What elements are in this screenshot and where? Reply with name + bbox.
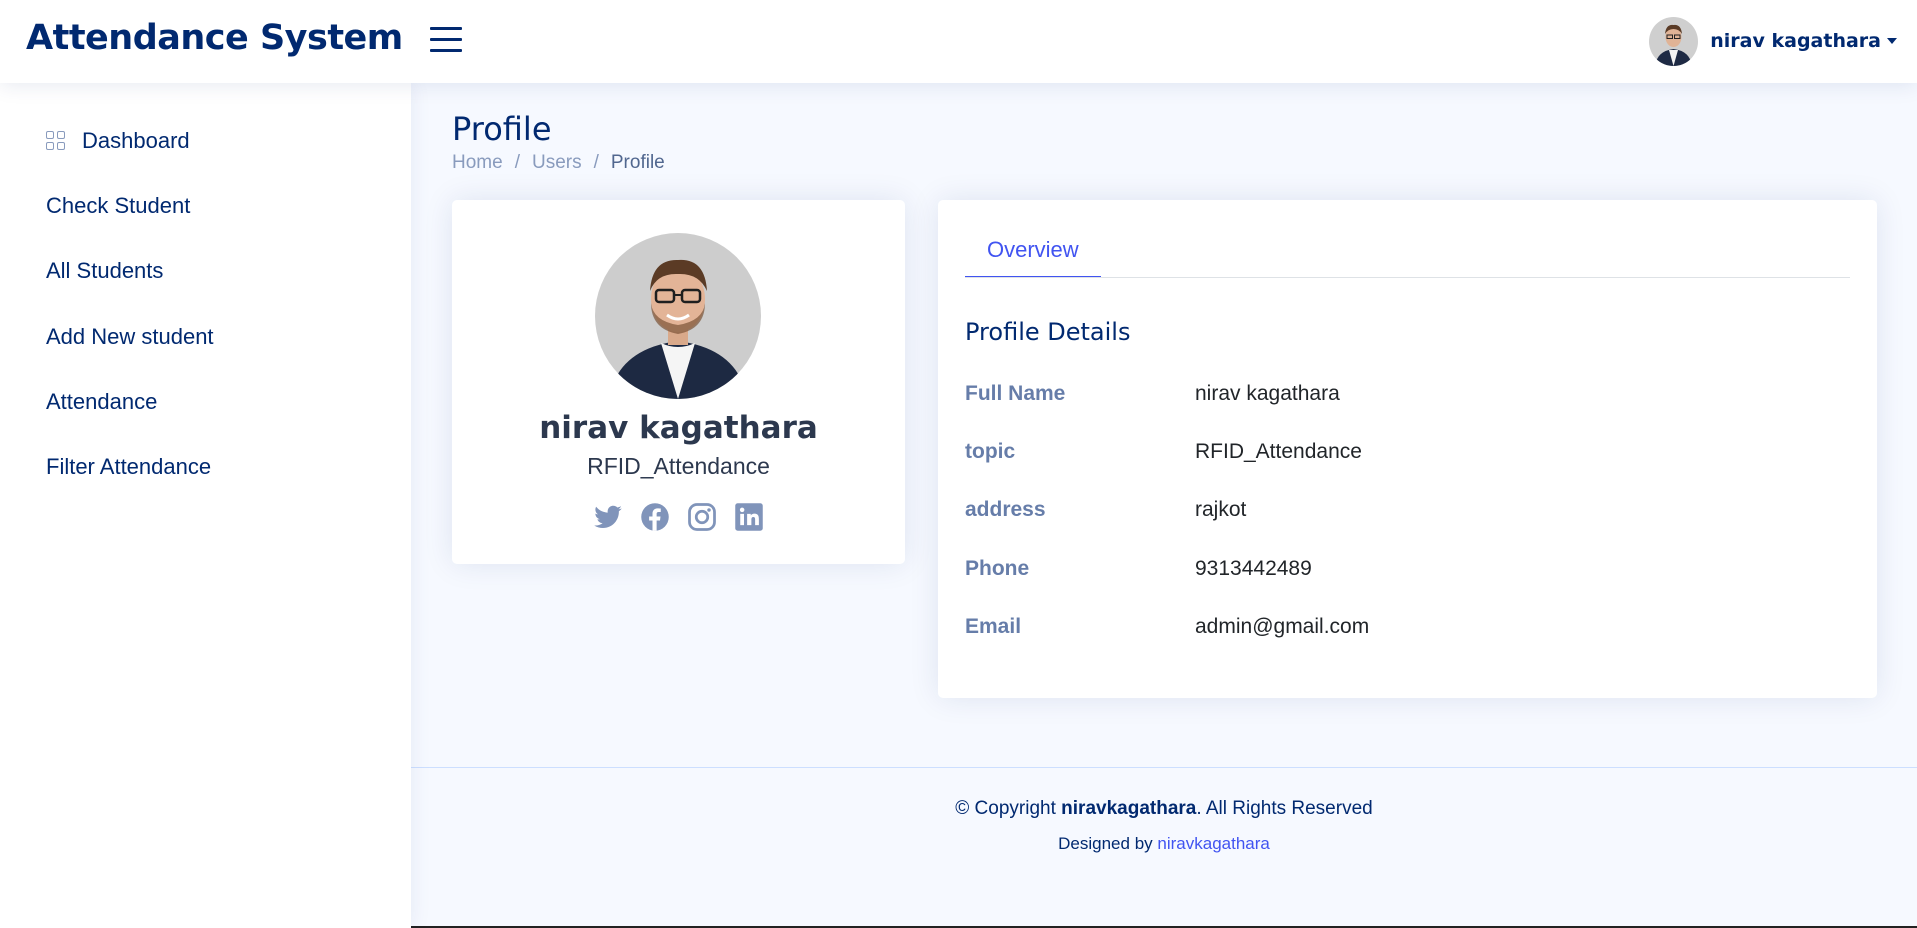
breadcrumb: Home / Users / Profile (452, 152, 665, 174)
designer-link[interactable]: niravkagathara (1157, 834, 1269, 853)
facebook-icon[interactable] (640, 502, 670, 532)
detail-value: rajkot (1195, 498, 1247, 521)
menu-toggle-icon[interactable] (430, 25, 462, 55)
instagram-icon[interactable] (687, 502, 717, 532)
profile-subtitle: RFID_Attendance (587, 453, 770, 479)
user-menu-dropdown[interactable]: nirav kagathara (1649, 16, 1897, 66)
twitter-icon[interactable] (593, 502, 623, 532)
copyright-prefix: © Copyright (955, 798, 1056, 819)
sidebar: Dashboard Check Student All Students Add… (0, 83, 411, 928)
profile-name: nirav kagathara (539, 410, 818, 446)
sidebar-item-filter-attendance[interactable]: Filter Attendance (46, 454, 211, 480)
sidebar-item-label: Filter Attendance (46, 454, 212, 479)
header-user-name: nirav kagathara (1710, 30, 1881, 52)
detail-label: address (965, 498, 1046, 521)
top-header: Attendance System nirav kagathara (0, 0, 1917, 83)
avatar (1649, 16, 1699, 66)
copyright-owner: niravkagathara (1061, 798, 1197, 819)
profile-card: nirav kagathara RFID_Attendance (452, 200, 905, 564)
sidebar-item-attendance[interactable]: Attendance (46, 389, 157, 415)
chevron-down-icon (1887, 38, 1897, 44)
profile-details-title: Profile Details (965, 318, 1131, 346)
detail-label: topic (965, 440, 1016, 463)
linkedin-icon[interactable] (734, 502, 764, 532)
detail-value: admin@gmail.com (1195, 615, 1370, 638)
sidebar-item-all-students[interactable]: All Students (46, 258, 163, 284)
detail-label: Email (965, 615, 1022, 638)
profile-details-card: Overview Profile Details Full Name nirav… (938, 200, 1877, 698)
sidebar-item-label: Add New student (46, 324, 214, 349)
tab-divider (965, 277, 1850, 278)
app-logo-title[interactable]: Attendance System (26, 18, 403, 58)
tab-overview[interactable]: Overview (965, 230, 1101, 278)
credits-prefix: Designed by (1058, 834, 1153, 853)
detail-value: 9313442489 (1195, 557, 1312, 580)
sidebar-item-dashboard[interactable]: Dashboard (46, 128, 190, 154)
sidebar-item-label: Attendance (46, 389, 158, 414)
footer-copyright: © Copyright niravkagathara. All Rights R… (411, 798, 1917, 820)
sidebar-item-check-student[interactable]: Check Student (46, 193, 190, 219)
sidebar-item-label: Check Student (46, 193, 191, 218)
detail-value: nirav kagathara (1195, 382, 1340, 405)
social-links (452, 502, 905, 532)
breadcrumb-separator: / (593, 152, 599, 173)
sidebar-item-label: All Students (46, 258, 164, 283)
detail-label: Phone (965, 557, 1030, 580)
footer-divider (411, 767, 1917, 768)
breadcrumb-home[interactable]: Home (452, 152, 503, 174)
grid-icon (46, 131, 66, 151)
detail-value: RFID_Attendance (1195, 440, 1362, 463)
footer-credits: Designed by niravkagathara (411, 834, 1917, 854)
breadcrumb-users[interactable]: Users (532, 152, 582, 174)
sidebar-item-label: Dashboard (82, 128, 190, 153)
breadcrumb-current: Profile (610, 152, 665, 173)
breadcrumb-separator: / (514, 152, 520, 173)
page-title: Profile (452, 110, 552, 148)
profile-avatar (595, 233, 761, 399)
detail-label: Full Name (965, 382, 1066, 405)
sidebar-item-add-new-student[interactable]: Add New student (46, 324, 214, 350)
copyright-suffix: . All Rights Reserved (1196, 798, 1373, 819)
